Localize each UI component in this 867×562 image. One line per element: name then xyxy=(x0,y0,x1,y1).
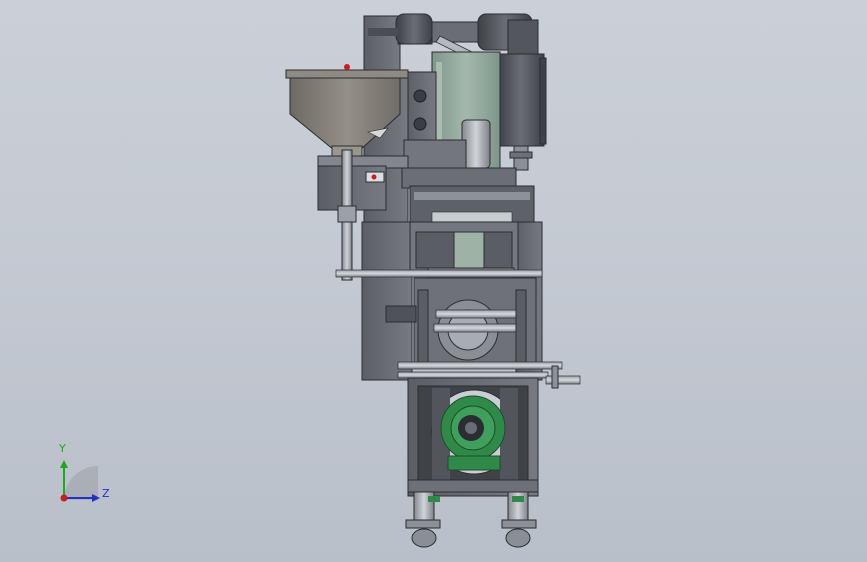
cad-viewport[interactable]: Y Z xyxy=(0,0,867,562)
hopper-indicator-icon xyxy=(344,64,350,70)
machine-feet xyxy=(405,491,537,548)
metering-indicator-icon xyxy=(371,174,377,180)
z-axis-label: Z xyxy=(102,487,110,500)
base-frame xyxy=(407,377,539,497)
motor-block xyxy=(497,53,547,171)
machine-model[interactable] xyxy=(0,0,867,562)
y-axis-label: Y xyxy=(59,442,66,455)
x-axis-icon xyxy=(60,494,68,502)
axis-triad xyxy=(60,460,100,502)
